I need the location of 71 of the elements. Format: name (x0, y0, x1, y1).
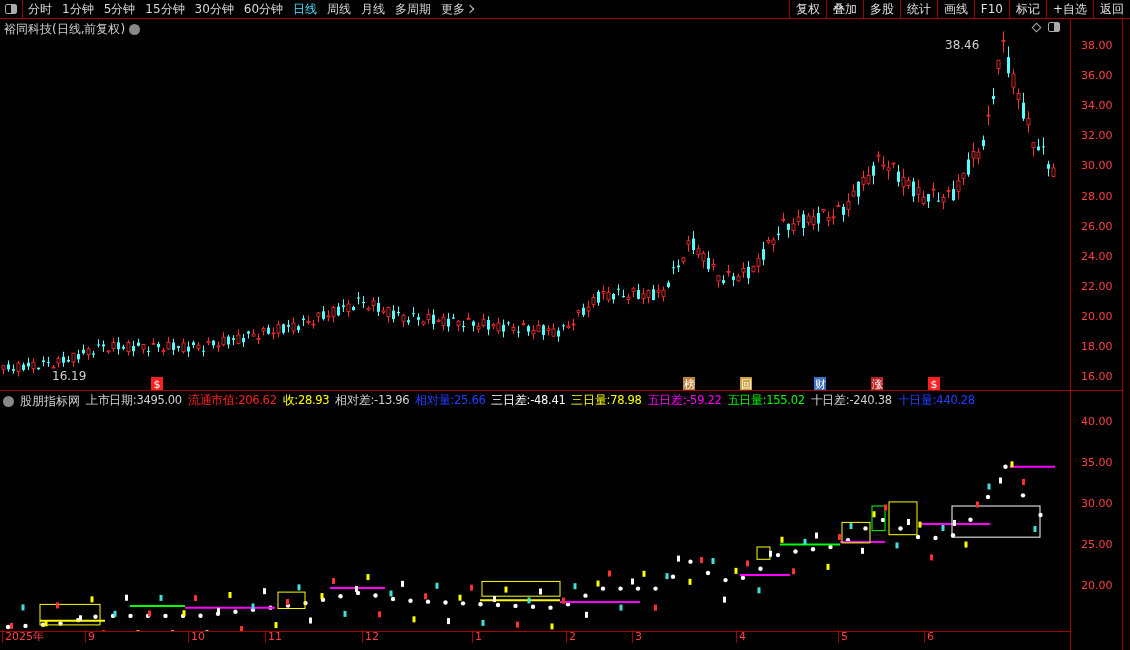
date-label: 2025年 (2, 630, 44, 643)
date-label: 3 (632, 630, 642, 643)
date-label: 6 (924, 630, 934, 643)
toolbar-button[interactable]: F10 (973, 0, 1009, 18)
period-tab[interactable]: 更多 (441, 0, 466, 18)
date-label: 2 (566, 630, 576, 643)
period-tab[interactable]: 多周期 (395, 0, 432, 18)
toolbar-button[interactable]: 多股 (862, 0, 900, 18)
price-axis-label: 22.00 (1081, 280, 1113, 293)
indicator-value: 十日量:440.28 (897, 392, 975, 410)
date-label: 12 (362, 630, 379, 643)
price-axis-label: 38.00 (1081, 40, 1113, 52)
indicator-value: 十日差:-240.38 (810, 392, 892, 410)
event-marker[interactable]: 涨 (871, 377, 883, 391)
toolbar-button[interactable]: 统计 (899, 0, 937, 18)
panel-toggle-icon[interactable] (5, 4, 17, 14)
date-label: 4 (736, 630, 746, 643)
price-axis-label: 24.00 (1081, 250, 1113, 263)
toolbar-button[interactable]: +自选 (1045, 0, 1093, 18)
period-tab[interactable]: 周线 (327, 0, 352, 18)
panel-toggle-icon[interactable] (1048, 22, 1060, 32)
price-axis-label: 36.00 (1081, 70, 1113, 83)
indicator-value: 相对差:-13.96 (335, 392, 410, 410)
date-label: 10 (188, 630, 205, 643)
event-marker[interactable]: $ (151, 377, 163, 391)
price-axis-label: 26.00 (1081, 220, 1113, 233)
price-axis-label: 16.00 (1081, 371, 1113, 384)
price-axis-label: 20.00 (1081, 310, 1113, 323)
toolbar-button[interactable]: 画线 (936, 0, 974, 18)
period-tab[interactable]: 日线 (293, 0, 318, 18)
price-axis-label: 34.00 (1081, 100, 1113, 113)
indicator-value: 五日量:155.02 (727, 392, 805, 410)
event-marker[interactable]: 财 (814, 377, 826, 391)
indicator-value: 三日差:-48.41 (491, 392, 566, 410)
dropdown-icon[interactable] (3, 395, 14, 407)
toolbar-button[interactable]: 标记 (1008, 0, 1046, 18)
period-tab[interactable]: 月线 (361, 0, 386, 18)
low-price-label: 16.19 (52, 369, 87, 383)
period-tab[interactable]: 60分钟 (243, 0, 284, 18)
period-tab[interactable]: 分时 (28, 0, 52, 18)
event-marker[interactable]: $ (928, 377, 940, 391)
date-label: 1 (472, 630, 482, 643)
toolbar-button[interactable]: 返回 (1093, 0, 1130, 18)
dropdown-icon[interactable] (129, 23, 141, 35)
toolbar-button[interactable]: 复权 (788, 0, 826, 18)
date-label: 5 (838, 630, 848, 643)
indicator-value: 相对量:25.66 (415, 392, 486, 410)
price-axis-label: 32.00 (1081, 130, 1113, 143)
high-price-label: 38.46 (945, 38, 980, 52)
period-tab[interactable]: 1分钟 (62, 0, 94, 18)
period-tab[interactable]: 30分钟 (194, 0, 234, 18)
chart-title: 裕同科技(日线,前复权) (4, 21, 126, 38)
indicator-axis-label: 30.00 (1081, 498, 1113, 510)
indicator-name: 股朋指标网 (20, 393, 80, 410)
date-label: 11 (265, 630, 282, 643)
price-axis-label: 30.00 (1081, 160, 1113, 173)
indicator-axis-label: 40.00 (1081, 416, 1113, 428)
indicator-value: 上市日期:3495.00 (86, 392, 182, 410)
indicator-axis-label: 35.00 (1081, 457, 1113, 469)
indicator-value: 五日差:-59.22 (647, 392, 722, 410)
date-label: 9 (85, 630, 95, 643)
price-axis-label: 18.00 (1081, 341, 1113, 353)
period-tab[interactable]: 15分钟 (145, 0, 185, 18)
indicator-value: 三日量:78.98 (571, 392, 642, 410)
indicator-axis-label: 20.00 (1081, 580, 1113, 592)
indicator-value: 流通市值:206.62 (187, 392, 277, 410)
price-axis-label: 28.00 (1081, 190, 1113, 203)
toolbar-button[interactable]: 叠加 (825, 0, 863, 18)
indicator-axis-label: 25.00 (1081, 539, 1113, 551)
indicator-value: 收:28.93 (282, 392, 330, 410)
period-tab[interactable]: 5分钟 (103, 0, 136, 18)
